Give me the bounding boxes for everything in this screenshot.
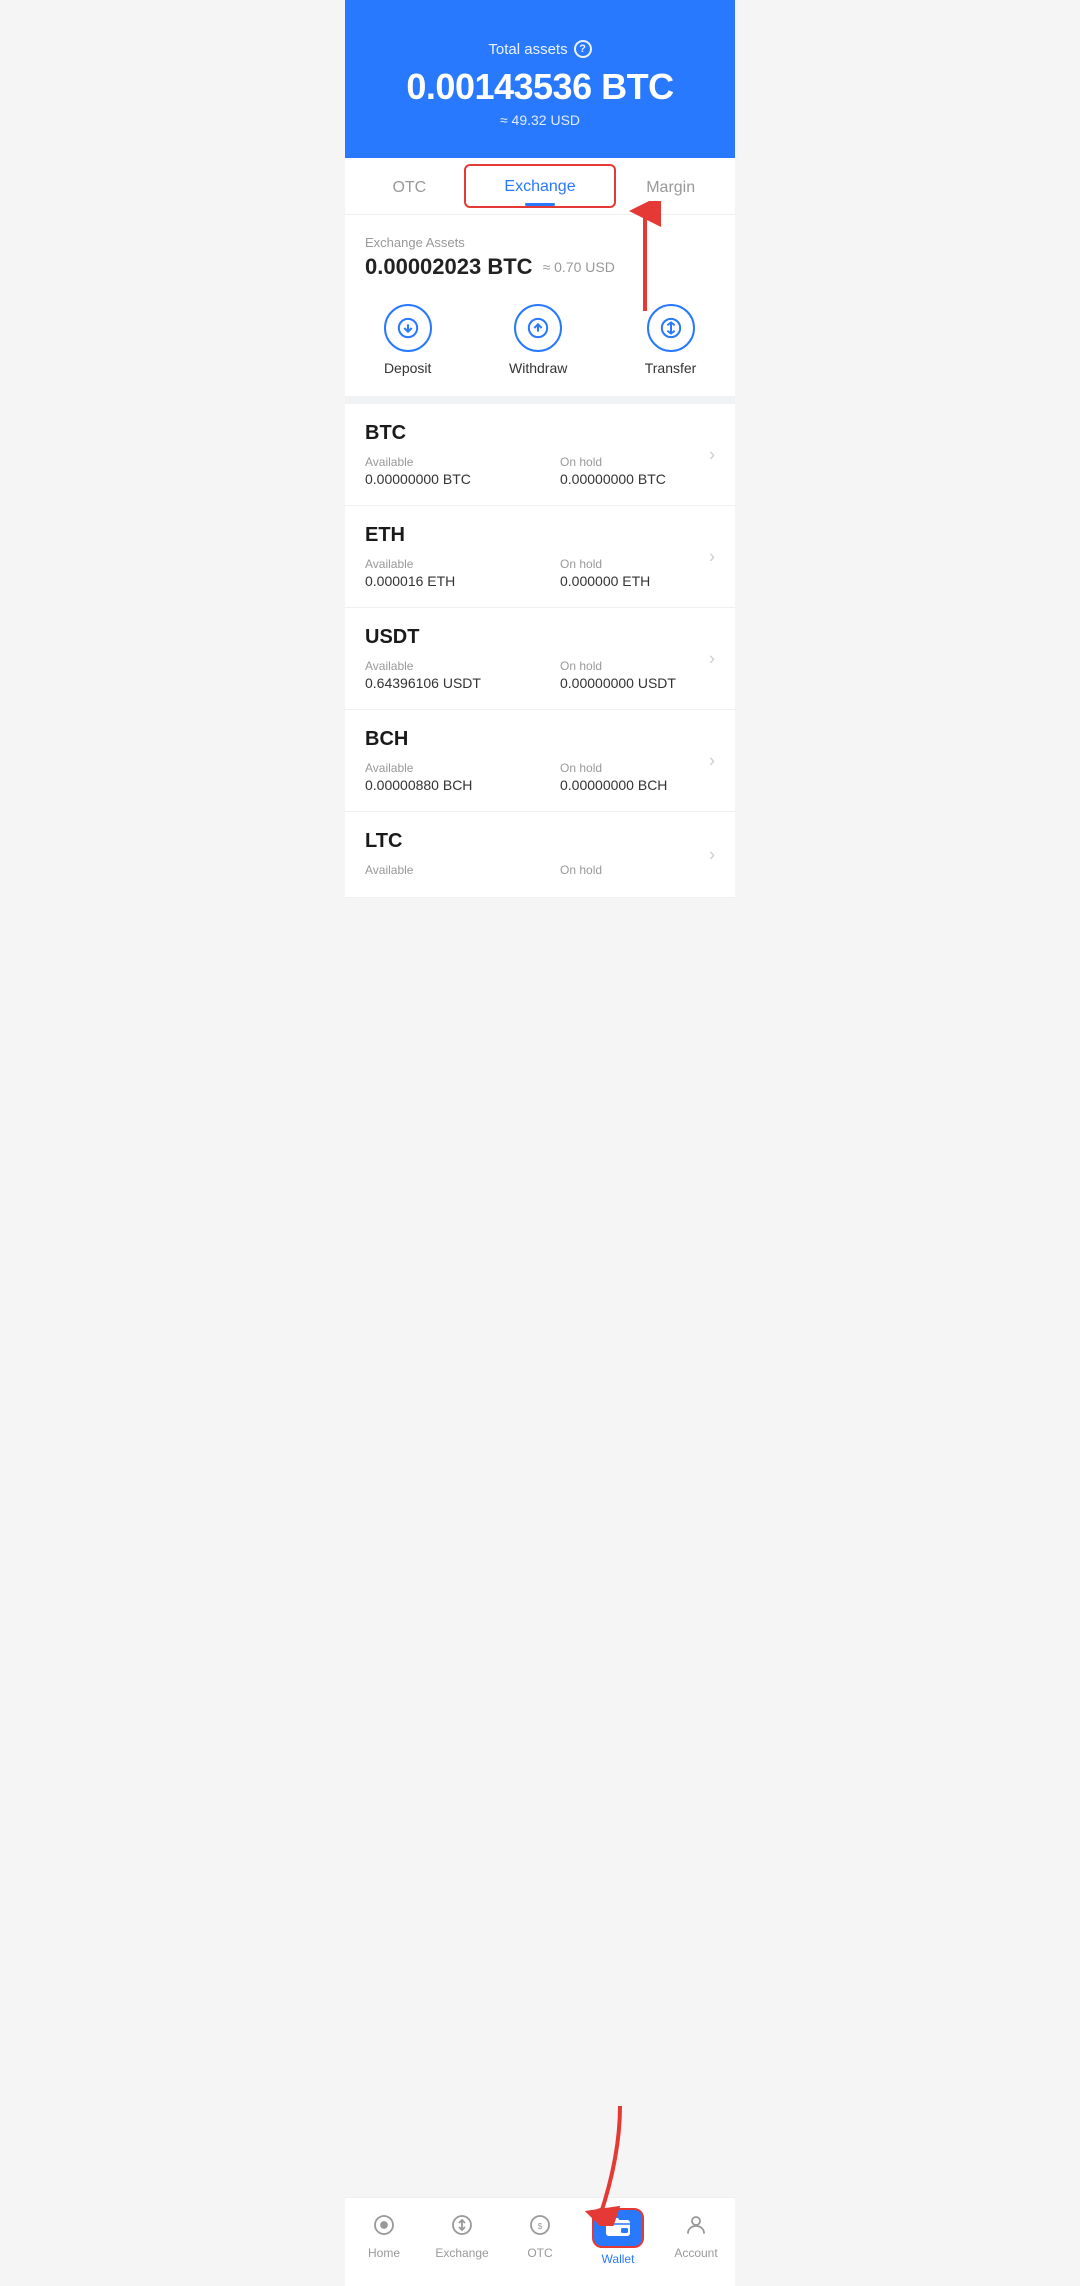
ltc-onhold-label: On hold: [560, 863, 715, 877]
bch-available-value: 0.00000880 BCH: [365, 777, 520, 793]
home-nav-label: Home: [368, 2246, 400, 2260]
bottom-navigation: Home Exchange $ OTC: [345, 2197, 735, 2286]
nav-exchange[interactable]: Exchange: [432, 2208, 492, 2266]
deposit-button[interactable]: Deposit: [384, 304, 432, 376]
svg-text:$: $: [538, 2222, 543, 2231]
ltc-chevron-icon: ›: [709, 844, 715, 865]
asset-item-btc[interactable]: BTC Available 0.00000000 BTC On hold 0.0…: [345, 404, 735, 506]
ltc-available-label: Available: [365, 863, 520, 877]
exchange-icon: [440, 2208, 484, 2242]
exchange-nav-label: Exchange: [435, 2246, 488, 2260]
home-icon: [362, 2208, 406, 2242]
asset-name-bch: BCH: [365, 728, 715, 751]
eth-chevron-icon: ›: [709, 546, 715, 567]
bch-available-label: Available: [365, 761, 520, 775]
bch-onhold-label: On hold: [560, 761, 715, 775]
eth-available-value: 0.000016 ETH: [365, 573, 520, 589]
usdt-chevron-icon: ›: [709, 648, 715, 669]
usdt-available-value: 0.64396106 USDT: [365, 675, 520, 691]
deposit-icon: [384, 304, 432, 352]
tab-otc[interactable]: OTC: [355, 161, 464, 211]
usdt-onhold-label: On hold: [560, 659, 715, 673]
btc-available-label: Available: [365, 455, 520, 469]
withdraw-button[interactable]: Withdraw: [509, 304, 567, 376]
section-divider: [345, 396, 735, 404]
account-icon: [674, 2208, 718, 2242]
header: Total assets ? 0.00143536 BTC ≈ 49.32 US…: [345, 0, 735, 158]
eth-available-label: Available: [365, 557, 520, 571]
usdt-available-label: Available: [365, 659, 520, 673]
eth-onhold-label: On hold: [560, 557, 715, 571]
total-assets-label: Total assets ?: [365, 40, 715, 58]
asset-name-btc: BTC: [365, 422, 715, 445]
otc-nav-label: OTC: [527, 2246, 552, 2260]
asset-name-eth: ETH: [365, 524, 715, 547]
usdt-onhold-value: 0.00000000 USDT: [560, 675, 715, 691]
btc-chevron-icon: ›: [709, 444, 715, 465]
btc-onhold-label: On hold: [560, 455, 715, 469]
nav-otc[interactable]: $ OTC: [510, 2208, 570, 2266]
asset-item-ltc[interactable]: LTC Available On hold ›: [345, 812, 735, 898]
nav-home[interactable]: Home: [354, 2208, 414, 2266]
asset-name-ltc: LTC: [365, 830, 715, 853]
exchange-assets-usd: ≈ 0.70 USD: [543, 259, 615, 275]
bch-onhold-value: 0.00000000 BCH: [560, 777, 715, 793]
asset-name-usdt: USDT: [365, 626, 715, 649]
wallet-nav-label: Wallet: [602, 2252, 635, 2266]
btc-available-value: 0.00000000 BTC: [365, 471, 520, 487]
nav-account[interactable]: Account: [666, 2208, 726, 2266]
asset-item-eth[interactable]: ETH Available 0.000016 ETH On hold 0.000…: [345, 506, 735, 608]
arrow-up-indicator: [605, 201, 685, 321]
asset-list: BTC Available 0.00000000 BTC On hold 0.0…: [345, 404, 735, 898]
info-icon[interactable]: ?: [574, 40, 592, 58]
withdraw-label: Withdraw: [509, 360, 567, 376]
asset-item-usdt[interactable]: USDT Available 0.64396106 USDT On hold 0…: [345, 608, 735, 710]
tab-exchange[interactable]: Exchange: [464, 164, 617, 208]
nav-wallet[interactable]: Wallet: [588, 2208, 648, 2266]
otc-icon: $: [518, 2208, 562, 2242]
bch-chevron-icon: ›: [709, 750, 715, 771]
account-nav-label: Account: [674, 2246, 717, 2260]
btc-onhold-value: 0.00000000 BTC: [560, 471, 715, 487]
usd-total-amount: ≈ 49.32 USD: [365, 112, 715, 128]
transfer-label: Transfer: [645, 360, 697, 376]
eth-onhold-value: 0.000000 ETH: [560, 573, 715, 589]
deposit-label: Deposit: [384, 360, 431, 376]
btc-total-amount: 0.00143536 BTC: [365, 66, 715, 108]
wallet-icon: [592, 2208, 644, 2248]
asset-item-bch[interactable]: BCH Available 0.00000880 BCH On hold 0.0…: [345, 710, 735, 812]
withdraw-icon: [514, 304, 562, 352]
